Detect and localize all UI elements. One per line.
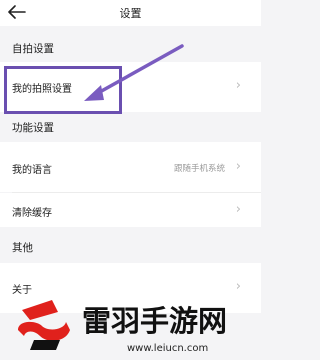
watermark-url: www.leiucn.com [127,343,209,354]
watermark-title: 雷羽手游网 [82,304,228,338]
watermark-logo-icon [18,300,70,350]
